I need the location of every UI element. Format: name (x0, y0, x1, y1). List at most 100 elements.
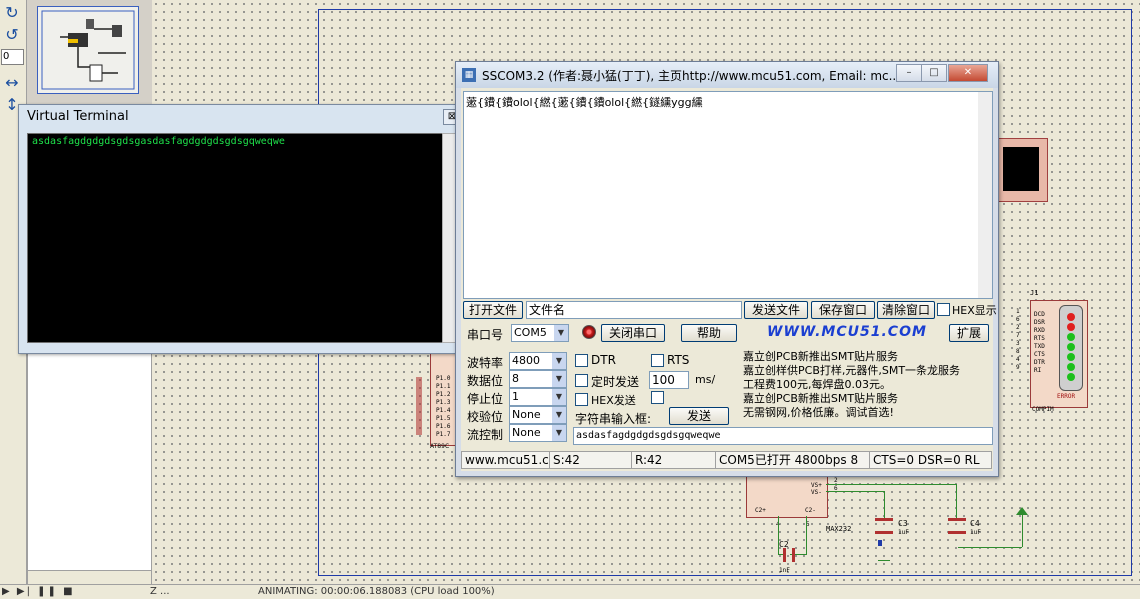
site-link[interactable]: www.mcu51.cor (461, 451, 550, 469)
compim-ref: J1 (1030, 289, 1039, 297)
step-icon[interactable]: ▶| (17, 586, 32, 597)
max232-pin: VS- (811, 489, 822, 496)
port-value: COM5 (514, 326, 547, 339)
compim-error-label: ERROR (1057, 393, 1076, 400)
ad-line: 无需钢网,价格低廉。调试首选! (743, 406, 894, 419)
max232-pin: C2- (805, 507, 816, 514)
parity-value: None (512, 408, 541, 421)
probe-marker-icon (878, 540, 882, 546)
extra-checkbox[interactable] (651, 391, 664, 404)
virtual-terminal-title: Virtual Terminal (27, 109, 129, 124)
timed-send-checkbox[interactable] (575, 374, 588, 387)
interval-input[interactable]: 100 (649, 371, 689, 389)
stop-icon[interactable]: ■ (63, 586, 74, 597)
close-icon[interactable]: ✕ (948, 64, 988, 82)
save-window-button[interactable]: 保存窗口 (811, 301, 875, 319)
help-button[interactable]: 帮助 (681, 324, 737, 342)
overview-panel (27, 0, 150, 100)
compim-pin: TXD (1034, 343, 1045, 350)
chevron-down-icon[interactable]: ▼ (552, 389, 566, 405)
send-button[interactable]: 发送 (669, 407, 729, 425)
wire (1022, 515, 1023, 547)
wire (826, 491, 884, 492)
mcu51-logo[interactable]: WWW.MCU51.COM (767, 324, 927, 340)
redo-icon[interactable]: ↻ (2, 4, 22, 22)
port-select[interactable]: COM5 ▼ (511, 324, 569, 342)
timed-send-label: 定时发送 (591, 375, 640, 389)
port-label: 串口号 (467, 328, 504, 342)
max232-chip[interactable]: VS+ VS- C2+ C2- (746, 476, 828, 518)
wire (958, 547, 1022, 548)
advertisement-text[interactable]: 嘉立创PCB新推出SMT贴片服务 嘉立创样供PCB打样,元器件,SMT一条龙服务… (743, 350, 991, 420)
capacitor-c2-icon[interactable] (783, 548, 795, 562)
terminal-screen[interactable]: asdasfagdgdgdsgdsgasdasfagdgdgdsgdsgqweq… (27, 133, 443, 343)
sscom-titlebar[interactable]: ▦ SSCOM3.2 (作者:聂小猛(丁丁), 主页http://www.mcu… (456, 62, 998, 88)
chevron-down-icon[interactable]: ▼ (554, 325, 568, 341)
compim-component[interactable]: J1 DCD DSR RXD RTS TXD CTS DTR RI ERROR … (1028, 288, 1088, 413)
maximize-icon[interactable]: □ (921, 64, 947, 82)
overview-schematic-icon (41, 10, 135, 90)
ad-line: 嘉立创PCB新推出SMT贴片服务 (743, 350, 899, 363)
receive-text: 藗{鐨{鐨olol{繎{藗{鐨{鐨olol{繎{鐩纁ygg纁 (466, 96, 703, 109)
undo-icon[interactable]: ↺ (2, 26, 22, 44)
status-led-icon (1067, 313, 1075, 321)
file-name-input[interactable]: 文件名 (526, 301, 742, 319)
max232-pin: VS+ (811, 482, 822, 489)
ad-line: 工程费100元,每焊盘0.03元。 (743, 378, 891, 391)
capacitor-c4-icon[interactable] (948, 518, 966, 534)
display-module[interactable] (996, 138, 1048, 202)
play-icon[interactable]: ▶ (2, 586, 12, 597)
databits-select[interactable]: 8 ▼ (509, 370, 567, 388)
minimize-icon[interactable]: – (896, 64, 922, 82)
clear-window-button[interactable]: 清除窗口 (877, 301, 935, 319)
rts-checkbox[interactable] (651, 354, 664, 367)
compim-pin-number: 7 (1016, 332, 1020, 339)
stopbits-value: 1 (512, 390, 519, 403)
max232-pin-number: 2 (834, 477, 838, 484)
baud-value: 4800 (512, 354, 540, 367)
pause-icon[interactable]: ❚❚ (37, 586, 58, 597)
compim-pin: DTR (1034, 359, 1045, 366)
mcu-pin-stubs (416, 377, 442, 435)
send-input[interactable]: asdasfagdgdgdsgdsgqweqwe (573, 427, 993, 445)
capacitor-c3-icon[interactable] (875, 518, 893, 534)
close-port-button[interactable]: 关闭串口 (601, 324, 665, 342)
receive-scrollbar[interactable] (978, 92, 992, 298)
send-file-button[interactable]: 发送文件 (744, 301, 808, 319)
flip-horizontal-icon[interactable]: ↔ (2, 74, 22, 92)
flow-select[interactable]: None ▼ (509, 424, 567, 442)
hex-send-checkbox[interactable] (575, 393, 588, 406)
flow-value: None (512, 426, 541, 439)
receive-textarea[interactable]: 藗{鐨{鐨olol{繎{藗{鐨{鐨olol{繎{鐩纁ygg纁 (463, 91, 993, 299)
open-file-button[interactable]: 打开文件 (463, 301, 523, 319)
wire (956, 484, 957, 520)
device-list-panel[interactable] (27, 350, 152, 574)
baud-select[interactable]: 4800 ▼ (509, 352, 567, 370)
chevron-down-icon[interactable]: ▼ (552, 407, 566, 423)
received-count: R:42 (631, 451, 716, 469)
wire (826, 484, 956, 485)
rotation-value-field[interactable]: 0 (1, 49, 24, 65)
flow-label: 流控制 (467, 428, 504, 442)
stopbits-select[interactable]: 1 ▼ (509, 388, 567, 406)
chevron-down-icon[interactable]: ▼ (552, 371, 566, 387)
rts-label: RTS (667, 353, 690, 367)
hex-send-label: HEX发送 (591, 394, 636, 407)
hex-display-checkbox[interactable] (937, 303, 950, 316)
dtr-checkbox[interactable] (575, 354, 588, 367)
overview-thumbnail[interactable] (37, 6, 139, 94)
compim-pin-number: 1 (1016, 308, 1020, 315)
expand-button[interactable]: 扩展 (949, 324, 989, 342)
virtual-terminal-window[interactable]: Virtual Terminal ⊠ asdasfagdgdgdsgdsgasd… (18, 104, 466, 354)
capacitor-value: 1uF (898, 529, 909, 536)
sent-count: S:42 (549, 451, 632, 469)
sscom-window[interactable]: ▦ SSCOM3.2 (作者:聂小猛(丁丁), 主页http://www.mcu… (455, 61, 999, 477)
chevron-down-icon[interactable]: ▼ (552, 353, 566, 369)
parity-select[interactable]: None ▼ (509, 406, 567, 424)
status-led-icon (1067, 343, 1075, 351)
chevron-down-icon[interactable]: ▼ (552, 425, 566, 441)
compim-pin-number: 4 (1016, 356, 1020, 363)
capacitor-ref: C3 (898, 519, 908, 528)
compim-pin: DCD (1034, 311, 1045, 318)
simulation-controls[interactable]: ▶ ▶| ❚❚ ■ (2, 586, 132, 598)
